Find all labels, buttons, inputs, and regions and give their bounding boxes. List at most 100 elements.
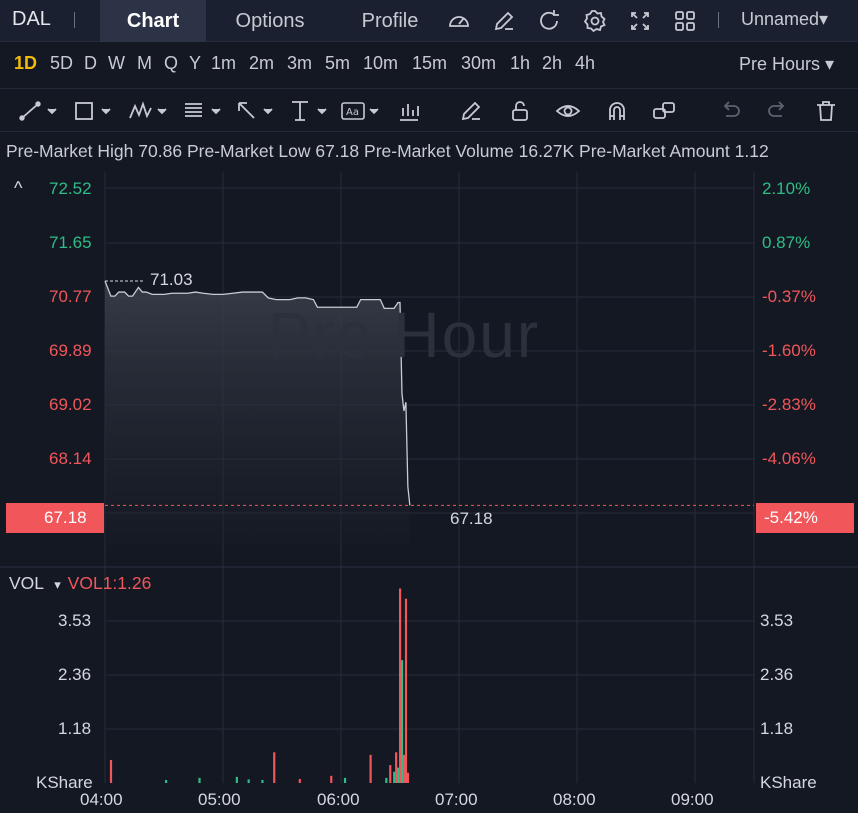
timeframe-10m[interactable]: 10m bbox=[363, 53, 398, 74]
gauge-icon[interactable] bbox=[446, 8, 472, 34]
volume-bar bbox=[400, 660, 404, 783]
volume-series bbox=[109, 588, 410, 783]
time-tick: 09:00 bbox=[671, 790, 714, 809]
price-tick: 72.52 bbox=[49, 179, 92, 198]
volume-bar bbox=[402, 754, 406, 783]
amount-value: 1.12 bbox=[734, 141, 769, 161]
time-tick: 06:00 bbox=[317, 790, 360, 809]
volume-label: Pre-Market Volume bbox=[364, 141, 514, 161]
undo-icon[interactable] bbox=[718, 98, 744, 124]
low-value: 67.18 bbox=[315, 141, 360, 161]
volume-tick: 3.53 bbox=[760, 611, 794, 630]
svg-text:Aa: Aa bbox=[346, 107, 359, 118]
drawing-toolbar: Aa bbox=[0, 88, 858, 132]
watermark: Pre Hour bbox=[268, 299, 541, 371]
volume-bar bbox=[397, 767, 400, 783]
timeframe-1d[interactable]: 1D bbox=[14, 53, 37, 74]
volume-bar bbox=[164, 779, 168, 783]
volume-bar bbox=[399, 588, 402, 783]
percent-tick: 2.10% bbox=[762, 179, 811, 198]
price-chart-canvas[interactable] bbox=[0, 170, 858, 813]
indicator-icon[interactable] bbox=[396, 98, 422, 124]
volume-bar bbox=[109, 759, 113, 783]
trend-line-icon[interactable] bbox=[18, 98, 62, 124]
time-tick: 04:00 bbox=[80, 790, 123, 809]
fib-icon[interactable] bbox=[182, 98, 226, 124]
tab-options[interactable]: Options bbox=[214, 0, 326, 42]
layout-selector[interactable]: Unnamed▾ bbox=[741, 9, 828, 30]
timeframe-15m[interactable]: 15m bbox=[412, 53, 447, 74]
timeframe-1m[interactable]: 1m bbox=[211, 53, 236, 74]
rectangle-icon[interactable] bbox=[72, 98, 116, 124]
high-label: Pre-Market High bbox=[6, 141, 134, 161]
timeframe-w[interactable]: W bbox=[108, 53, 125, 74]
volume-tick: 1.18 bbox=[58, 719, 92, 738]
timeframe-4h[interactable]: 4h bbox=[575, 53, 595, 74]
magnet-icon[interactable] bbox=[604, 98, 630, 124]
volume-bar bbox=[273, 752, 276, 783]
timeframe-2m[interactable]: 2m bbox=[249, 53, 274, 74]
volume-bar bbox=[330, 775, 333, 783]
timeframe-d[interactable]: D bbox=[84, 53, 97, 74]
redo-icon[interactable] bbox=[764, 98, 790, 124]
current-price-badge: 67.18 bbox=[6, 503, 104, 533]
volume-indicator: VOL1:1.26 bbox=[67, 573, 152, 593]
current-percent-badge: -5.42% bbox=[756, 503, 854, 533]
volume-bar bbox=[406, 772, 410, 783]
arrow-icon[interactable] bbox=[234, 98, 278, 124]
time-tick: 08:00 bbox=[553, 790, 596, 809]
chart-area[interactable]: Pre Hour ^ 72.52 71.65 70.77 69.89 69.02… bbox=[0, 170, 858, 813]
volume-bar bbox=[369, 754, 372, 783]
timeframe-2h[interactable]: 2h bbox=[542, 53, 562, 74]
percent-tick: 0.87% bbox=[762, 233, 811, 252]
layout-name: Unnamed bbox=[741, 9, 820, 29]
volume-bar bbox=[343, 777, 347, 783]
timeframe-5d[interactable]: 5D bbox=[50, 53, 73, 74]
chevron-down-icon[interactable]: ▾ bbox=[54, 577, 61, 592]
refresh-icon[interactable] bbox=[536, 8, 562, 34]
measure-icon[interactable] bbox=[288, 98, 332, 124]
volume-tick: 2.36 bbox=[760, 665, 794, 684]
high-marker-label: 71.03 bbox=[150, 270, 193, 289]
pencil-icon[interactable] bbox=[458, 98, 484, 124]
volume-label: VOL bbox=[9, 573, 44, 593]
volume-unit: KShare bbox=[760, 773, 817, 792]
timeframe-5m[interactable]: 5m bbox=[325, 53, 350, 74]
divider bbox=[718, 12, 719, 28]
volume-bar bbox=[385, 777, 388, 783]
gear-icon[interactable] bbox=[582, 8, 608, 34]
edit-icon[interactable] bbox=[491, 8, 517, 34]
session-label: Pre Hours bbox=[739, 54, 821, 74]
pre-market-summary: Pre-Market High 70.86 Pre-Market Low 67.… bbox=[6, 141, 769, 162]
timeframe-q[interactable]: Q bbox=[164, 53, 178, 74]
collapse-icon[interactable]: ^ bbox=[14, 178, 22, 199]
session-selector[interactable]: Pre Hours ▾ bbox=[739, 54, 834, 75]
price-tick: 68.14 bbox=[49, 449, 92, 468]
lock-icon[interactable] bbox=[507, 98, 533, 124]
timeframe-3m[interactable]: 3m bbox=[287, 53, 312, 74]
chevron-down-icon: ▾ bbox=[825, 54, 835, 74]
trash-icon[interactable] bbox=[813, 98, 839, 124]
volume-tick: 2.36 bbox=[58, 665, 92, 684]
text-icon[interactable]: Aa bbox=[340, 98, 384, 124]
tab-chart[interactable]: Chart bbox=[100, 0, 206, 42]
amount-label: Pre-Market Amount bbox=[579, 141, 730, 161]
grid-layout-icon[interactable] bbox=[672, 8, 698, 34]
link-icon[interactable] bbox=[651, 98, 677, 124]
tab-profile[interactable]: Profile bbox=[340, 0, 440, 42]
timeframe-y[interactable]: Y bbox=[189, 53, 201, 74]
timeframe-m[interactable]: M bbox=[137, 53, 152, 74]
volume-bar bbox=[389, 765, 392, 783]
percent-tick: -1.60% bbox=[762, 341, 816, 360]
high-value: 70.86 bbox=[138, 141, 183, 161]
pattern-icon[interactable] bbox=[128, 98, 172, 124]
timeframe-1h[interactable]: 1h bbox=[510, 53, 530, 74]
stock-symbol: DAL bbox=[12, 8, 51, 30]
eye-icon[interactable] bbox=[555, 98, 581, 124]
timeframe-30m[interactable]: 30m bbox=[461, 53, 496, 74]
percent-tick: -0.37% bbox=[762, 287, 816, 306]
volume-tick: 3.53 bbox=[58, 611, 92, 630]
fullscreen-icon[interactable] bbox=[627, 8, 653, 34]
chevron-down-icon: ▾ bbox=[819, 9, 829, 29]
timeframe-bar: 1D 5D D W M Q Y 1m 2m 3m 5m 10m 15m 30m … bbox=[0, 42, 858, 86]
